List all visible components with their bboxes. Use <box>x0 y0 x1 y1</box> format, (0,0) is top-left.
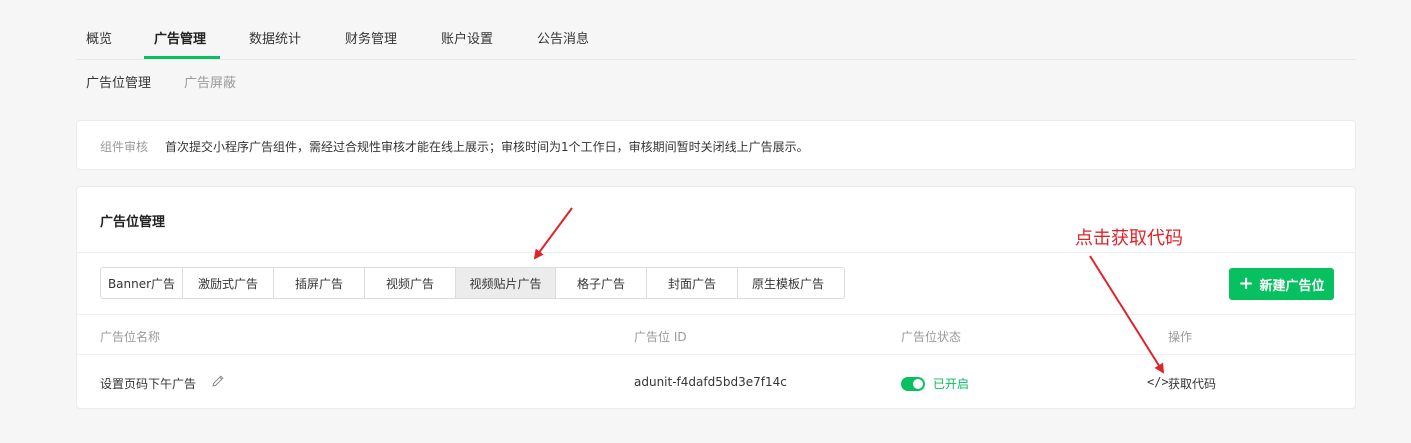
subtab-ad-slot-management[interactable]: 广告位管理 <box>86 72 151 91</box>
ad-type-tabs: Banner广告 激励式广告 插屏广告 视频广告 视频贴片广告 格子广告 封面广… <box>100 267 845 299</box>
divider <box>77 354 1355 355</box>
divider <box>77 314 1355 315</box>
column-header-actions: 操作 <box>1168 330 1193 344</box>
ad-type-tab-interstitial[interactable]: 插屏广告 <box>274 268 365 298</box>
annotation-text: 点击获取代码 <box>1075 228 1183 249</box>
tab-account-settings[interactable]: 账户设置 <box>441 28 493 47</box>
ad-type-tab-video-patch[interactable]: 视频贴片广告 <box>456 268 556 298</box>
new-ad-slot-label: 新建广告位 <box>1259 278 1325 294</box>
top-nav: 概览 广告管理 数据统计 财务管理 账户设置 公告消息 <box>76 0 1356 60</box>
tab-ad-management[interactable]: 广告管理 <box>154 28 206 47</box>
column-header-name: 广告位名称 <box>100 330 161 344</box>
status-text: 已开启 <box>933 377 970 391</box>
ad-type-tab-grid[interactable]: 格子广告 <box>556 268 647 298</box>
pencil-icon[interactable] <box>211 374 225 388</box>
code-icon[interactable]: </> <box>1147 375 1169 389</box>
toggle-knob <box>913 379 923 389</box>
ad-slot-panel: 广告位管理 Banner广告 激励式广告 插屏广告 视频广告 视频贴片广告 格子… <box>76 186 1356 409</box>
notice-text: 首次提交小程序广告组件，需经过合规性审核才能在线上展示；审核时间为1个工作日，审… <box>165 140 809 154</box>
ad-slot-name: 设置页码下午广告 <box>100 377 197 391</box>
ad-type-tab-native-template[interactable]: 原生模板广告 <box>738 268 838 298</box>
ad-type-tab-rewarded[interactable]: 激励式广告 <box>183 268 274 298</box>
column-header-status: 广告位状态 <box>901 330 962 344</box>
column-header-id: 广告位 ID <box>634 330 687 344</box>
ad-type-tab-banner[interactable]: Banner广告 <box>101 268 183 298</box>
ad-slot-id: adunit-f4dafd5bd3e7f14c <box>634 375 787 389</box>
divider <box>77 252 1355 253</box>
ad-type-tab-video[interactable]: 视频广告 <box>365 268 456 298</box>
ad-type-tab-cover[interactable]: 封面广告 <box>647 268 738 298</box>
status-toggle[interactable] <box>901 377 925 391</box>
new-ad-slot-button[interactable]: + 新建广告位 <box>1229 268 1334 300</box>
notice-label: 组件审核 <box>100 140 149 154</box>
tab-overview[interactable]: 概览 <box>86 28 112 47</box>
get-code-link[interactable]: 获取代码 <box>1168 375 1216 392</box>
plus-icon: + <box>1238 273 1254 294</box>
subtab-ad-blocking[interactable]: 广告屏蔽 <box>184 72 236 91</box>
review-notice: 组件审核 首次提交小程序广告组件，需经过合规性审核才能在线上展示；审核时间为1个… <box>76 120 1356 170</box>
panel-title: 广告位管理 <box>100 215 166 230</box>
tab-finance[interactable]: 财务管理 <box>345 28 397 47</box>
tab-announcements[interactable]: 公告消息 <box>537 28 589 47</box>
tab-data-stats[interactable]: 数据统计 <box>249 28 301 47</box>
active-tab-indicator <box>144 56 220 59</box>
